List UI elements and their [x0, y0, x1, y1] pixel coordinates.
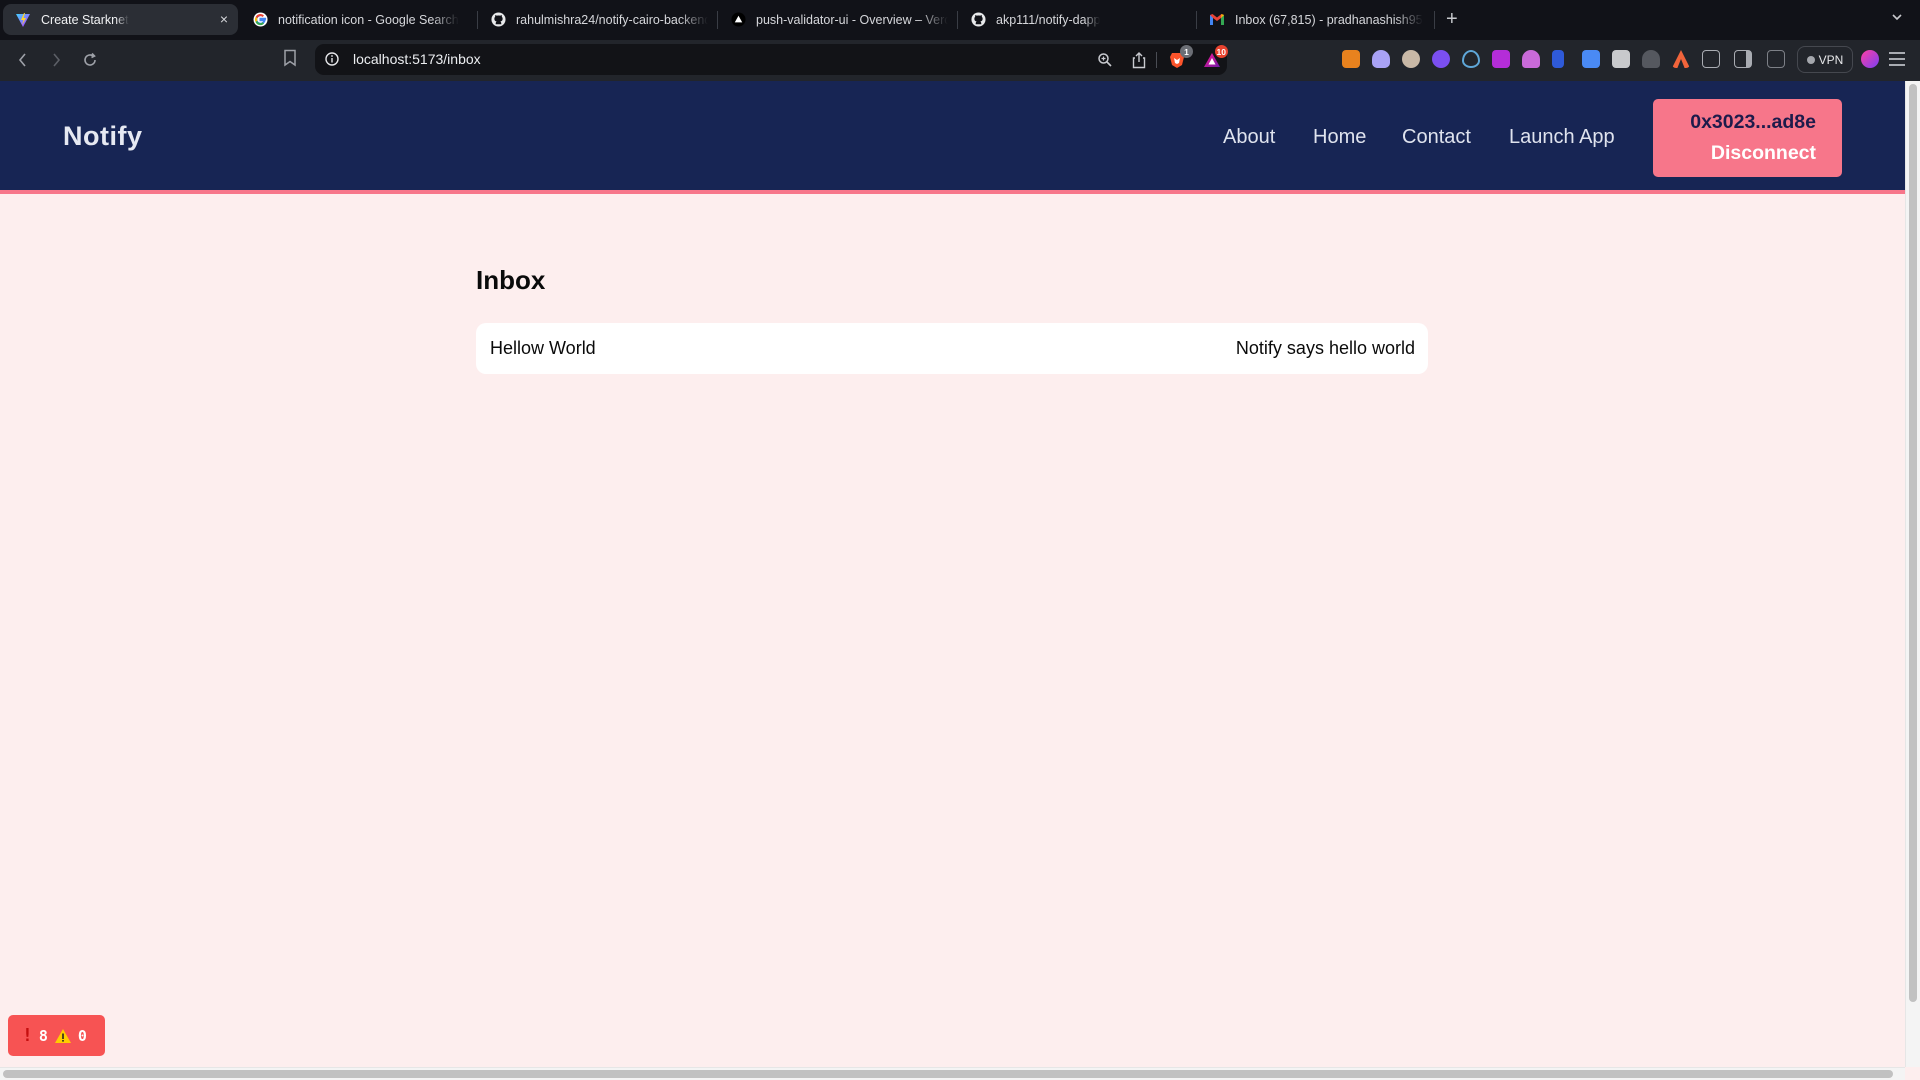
browser-tab-notify-dapp[interactable]: akp111/notify-dapp — [958, 4, 1188, 35]
bookmark-icon[interactable] — [283, 49, 301, 71]
reload-button[interactable] — [79, 49, 101, 71]
nav-link-launch-app[interactable]: Launch App — [1509, 126, 1615, 149]
error-count: 8 — [38, 1026, 48, 1045]
keyboard-extension-icon[interactable] — [1612, 50, 1630, 68]
new-tab-button[interactable]: + — [1446, 7, 1458, 31]
disconnect-label: Disconnect — [1710, 142, 1816, 164]
bitwarden-extension-icon[interactable] — [1552, 50, 1564, 68]
robot-extension-icon[interactable] — [1642, 50, 1660, 68]
omnibox-separator — [1156, 52, 1157, 68]
profile-avatar[interactable] — [1861, 50, 1879, 68]
browser-tab-create-starknet[interactable]: Create Starknet × — [3, 4, 238, 35]
tab-title: akp111/notify-dapp — [996, 12, 1101, 27]
argent-extension-icon[interactable] — [1492, 50, 1510, 68]
vpn-label: VPN — [1818, 52, 1844, 67]
warning-count: 0 — [77, 1026, 87, 1045]
nav-link-home[interactable]: Home — [1313, 126, 1366, 149]
owl-extension-icon[interactable] — [1402, 50, 1420, 68]
tab-title: notification icon - Google Search — [278, 12, 459, 27]
url-text[interactable]: localhost:5173/inbox — [353, 51, 481, 67]
vpn-button[interactable]: VPN — [1797, 46, 1853, 73]
vercel-icon — [730, 12, 746, 28]
browser-tab-gmail[interactable]: Inbox (67,815) - pradhanashish95 — [1197, 4, 1432, 35]
tab-title: Create Starknet — [41, 12, 129, 27]
github-icon — [490, 12, 506, 28]
google-icon — [252, 12, 268, 28]
notification-extension-icon[interactable] — [1522, 50, 1540, 68]
warning-icon — [54, 1028, 71, 1043]
error-icon: ! — [22, 1025, 33, 1046]
close-tab-icon[interactable]: × — [220, 11, 228, 27]
horizontal-scrollbar-thumb[interactable] — [3, 1070, 1893, 1078]
wallet-address: 0x3023...ad8e — [1690, 111, 1816, 133]
nav-link-about[interactable]: About — [1223, 126, 1275, 149]
address-bar[interactable]: localhost:5173/inbox 1 10 — [315, 44, 1228, 75]
brave-rewards-icon[interactable]: 10 — [1202, 45, 1228, 70]
browser-tab-vercel[interactable]: push-validator-ui - Overview – Vercel — [718, 4, 948, 35]
brave-shields-icon[interactable]: 1 — [1167, 45, 1193, 70]
back-button[interactable] — [12, 49, 34, 71]
github-icon — [970, 12, 986, 28]
vite-icon — [15, 12, 31, 28]
rewards-count-badge: 10 — [1214, 45, 1228, 58]
metamask-extension-icon[interactable] — [1342, 50, 1360, 68]
horizontal-scrollbar[interactable] — [0, 1067, 1905, 1080]
message-body: Notify says hello world — [1235, 338, 1415, 358]
wallet-icon[interactable] — [1767, 50, 1785, 68]
zoom-icon[interactable] — [1095, 50, 1115, 70]
tab-list-chevron-down-icon[interactable] — [1890, 10, 1904, 24]
site-info-icon[interactable] — [325, 52, 339, 66]
inbox-message-item[interactable]: Hellow World Notify says hello world — [476, 323, 1428, 374]
page-viewport: Notify About Home Contact Launch App 0x3… — [0, 81, 1905, 1067]
tab-separator — [1434, 11, 1435, 29]
tab-title: Inbox (67,815) - pradhanashish95 — [1235, 12, 1423, 27]
browser-tab-strip: Create Starknet × notification icon - Go… — [0, 0, 1920, 40]
site-header: Notify About Home Contact Launch App 0x3… — [0, 81, 1905, 194]
tab-title: push-validator-ui - Overview – Vercel — [756, 12, 948, 27]
site-logo[interactable]: Notify — [63, 121, 143, 152]
vpn-status-icon — [1806, 55, 1815, 64]
message-title: Hellow World — [490, 338, 596, 358]
phantom-extension-icon[interactable] — [1372, 50, 1390, 68]
gmail-icon — [1209, 12, 1225, 28]
browser-toolbar: localhost:5173/inbox 1 10 VPN — [0, 40, 1920, 81]
shields-count-badge: 1 — [1180, 45, 1193, 58]
share-icon[interactable] — [1129, 50, 1149, 70]
ai-extension-icon[interactable] — [1672, 50, 1690, 68]
rainbow-extension-icon[interactable] — [1432, 50, 1450, 68]
browser-menu-icon[interactable] — [1889, 52, 1905, 66]
sidebar-toggle-icon[interactable] — [1734, 50, 1752, 68]
vertical-scrollbar-thumb[interactable] — [1909, 84, 1917, 1002]
wallet-disconnect-button[interactable]: 0x3023...ad8e Disconnect — [1653, 99, 1842, 177]
sui-extension-icon[interactable] — [1462, 50, 1480, 68]
browser-tab-github-backend[interactable]: rahulmishra24/notify-cairo-backend — [478, 4, 708, 35]
forward-button[interactable] — [45, 49, 67, 71]
tab-title: rahulmishra24/notify-cairo-backend — [516, 12, 708, 27]
extensions-puzzle-icon[interactable] — [1702, 50, 1720, 68]
nav-link-contact[interactable]: Contact — [1402, 126, 1471, 149]
browser-tab-google-search[interactable]: notification icon - Google Search — [240, 4, 472, 35]
vertical-scrollbar[interactable] — [1905, 81, 1920, 1067]
dev-error-overlay-badge[interactable]: ! 8 0 — [8, 1015, 105, 1056]
page-title: Inbox — [476, 265, 546, 295]
translate-extension-icon[interactable] — [1582, 50, 1600, 68]
